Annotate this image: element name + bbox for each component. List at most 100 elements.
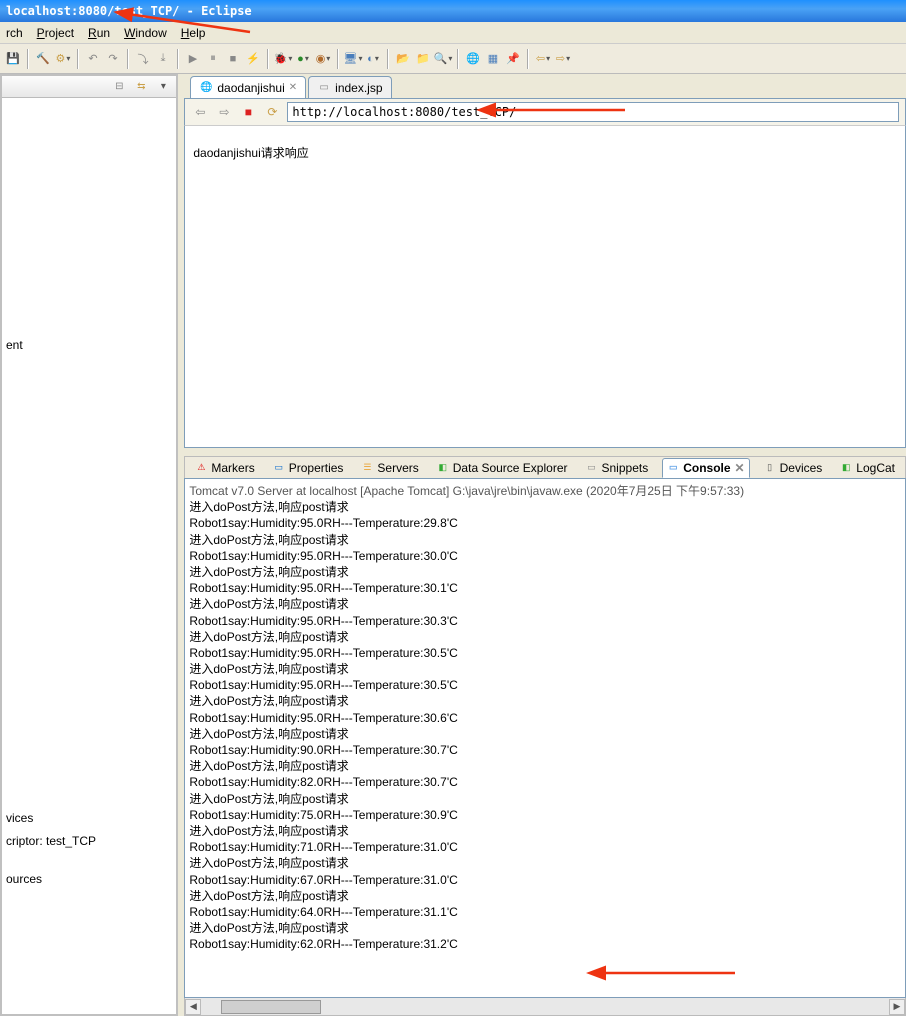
browser-forward-icon[interactable]: ⇨: [215, 103, 233, 121]
bottom-tabs: ⚠ Markers ▭ Properties ☰Servers ◧ Data Source …: [184, 456, 906, 478]
tab-label: Properties: [289, 461, 344, 475]
annotation-arrow-lastline: [595, 963, 745, 987]
window-title: localhost:8080/test_TCP/ - Eclipse: [6, 4, 252, 18]
pin-icon[interactable]: 📌: [504, 50, 522, 68]
console-line: 进入doPost方法,响应post请求: [189, 888, 901, 904]
console-line: 进入doPost方法,响应post请求: [189, 629, 901, 645]
scroll-thumb[interactable]: [221, 1000, 321, 1014]
browser-address-input[interactable]: [287, 102, 899, 122]
browser-back-icon[interactable]: ⇦: [191, 103, 209, 121]
collapse-all-icon[interactable]: ⊟: [110, 79, 128, 95]
scroll-left-icon[interactable]: ◀: [185, 999, 201, 1015]
step-over-icon[interactable]: ⤵: [134, 50, 152, 68]
tab-label: daodanjishui: [217, 81, 284, 95]
filter-icon[interactable]: ▦: [484, 50, 502, 68]
globe-icon[interactable]: 🌐: [464, 50, 482, 68]
console-output: 进入doPost方法,响应post请求Robot1say:Humidity:95…: [189, 499, 901, 952]
markers-icon: ⚠: [195, 462, 207, 474]
disconnect-icon[interactable]: ⚡: [244, 50, 262, 68]
debug-icon[interactable]: 🐞: [274, 50, 292, 68]
console-line: Robot1say:Humidity:67.0RH---Temperature:…: [189, 872, 901, 888]
console-line: Robot1say:Humidity:71.0RH---Temperature:…: [189, 839, 901, 855]
tab-label: Data Source Explorer: [453, 461, 568, 475]
tab-snippets[interactable]: ▭Snippets: [582, 458, 653, 478]
console-line: 进入doPost方法,响应post请求: [189, 499, 901, 515]
link-editor-icon[interactable]: ⇆: [132, 79, 150, 95]
browser-stop-icon[interactable]: ■: [239, 103, 257, 121]
tab-label: Console: [683, 461, 730, 475]
main-toolbar: 💾 🔨 ⚙ ↶ ↷ ⤵ ⤓ ▶ ⏸ ■ ⚡ 🐞 ● ◉ 🖥 ◐ 📂 📁 🔍 🌐 …: [0, 44, 906, 74]
tree-item[interactable]: criptor: test_TCP: [6, 830, 172, 853]
explorer-tree[interactable]: ent vices criptor: test_TCP ources: [2, 98, 176, 1014]
browser-toolbar: ⇦ ⇨ ■ ⟳: [184, 98, 906, 126]
browser-refresh-icon[interactable]: ⟳: [263, 103, 281, 121]
tab-logcat[interactable]: ◧ LogCat: [836, 458, 899, 478]
snippets-icon: ▭: [586, 462, 598, 474]
tab-properties[interactable]: ▭ Properties: [269, 458, 348, 478]
tab-data-source-explorer[interactable]: ◧ Data Source Explorer: [433, 458, 572, 478]
editor-tabs: 🌐 daodanjishui ✕ ▭ index.jsp: [184, 74, 906, 98]
tab-markers[interactable]: ⚠ Markers: [191, 458, 258, 478]
console-line: 进入doPost方法,响应post请求: [189, 726, 901, 742]
open-type-icon[interactable]: 📂: [394, 50, 412, 68]
menu-search[interactable]: rch: [6, 26, 23, 40]
menu-project[interactable]: Project: [37, 26, 74, 40]
console-header: Tomcat v7.0 Server at localhost [Apache …: [189, 483, 901, 499]
tab-label: Markers: [211, 461, 254, 475]
console-line: Robot1say:Humidity:95.0RH---Temperature:…: [189, 515, 901, 531]
tab-label: Devices: [780, 461, 823, 475]
tree-item[interactable]: vices: [6, 807, 172, 830]
close-icon[interactable]: ✕: [289, 82, 297, 93]
tab-console[interactable]: ▭Console ✕: [662, 458, 749, 478]
tab-label: index.jsp: [335, 81, 382, 95]
new-server-icon[interactable]: 🖥: [344, 50, 362, 68]
menu-window[interactable]: Window: [124, 26, 167, 40]
console-line: Robot1say:Humidity:90.0RH---Temperature:…: [189, 742, 901, 758]
window-titlebar: localhost:8080/test_TCP/ - Eclipse: [0, 0, 906, 22]
undo-icon[interactable]: ↶: [84, 50, 102, 68]
console-line: 进入doPost方法,响应post请求: [189, 823, 901, 839]
tree-item[interactable]: ources: [6, 868, 172, 891]
new-dynamic-icon[interactable]: ◐: [364, 50, 382, 68]
view-menu-icon[interactable]: ▾: [154, 79, 172, 95]
run-icon[interactable]: ●: [294, 50, 312, 68]
tree-item[interactable]: ent: [6, 334, 172, 357]
page-content: daodanjishui请求响应: [193, 146, 308, 160]
tab-daodanjishui[interactable]: 🌐 daodanjishui ✕: [190, 76, 306, 98]
devices-icon: ▯: [764, 462, 776, 474]
browser-viewport: daodanjishui请求响应: [184, 126, 906, 448]
tab-label: LogCat: [856, 461, 895, 475]
properties-icon: ▭: [273, 462, 285, 474]
console-line: Robot1say:Humidity:62.0RH---Temperature:…: [189, 936, 901, 952]
tab-devices[interactable]: ▯ Devices: [760, 458, 827, 478]
console-line: 进入doPost方法,响应post请求: [189, 791, 901, 807]
tab-label: Servers: [377, 461, 418, 475]
build-dropdown[interactable]: ⚙: [54, 50, 72, 68]
close-icon[interactable]: ✕: [735, 461, 745, 475]
menu-run[interactable]: Run: [88, 26, 110, 40]
back-icon[interactable]: ⇦: [534, 50, 552, 68]
redo-icon[interactable]: ↷: [104, 50, 122, 68]
logcat-icon: ◧: [840, 462, 852, 474]
run-last-icon[interactable]: ◉: [314, 50, 332, 68]
forward-icon[interactable]: ⇨: [554, 50, 572, 68]
pause-icon[interactable]: ⏸: [204, 50, 222, 68]
menu-help[interactable]: Help: [181, 26, 206, 40]
step-into-icon[interactable]: ⤓: [154, 50, 172, 68]
console-line: Robot1say:Humidity:95.0RH---Temperature:…: [189, 580, 901, 596]
console-view[interactable]: Tomcat v7.0 Server at localhost [Apache …: [184, 478, 906, 998]
build-icon[interactable]: 🔨: [34, 50, 52, 68]
resume-icon[interactable]: ▶: [184, 50, 202, 68]
save-all-icon[interactable]: 💾: [4, 50, 22, 68]
stop-icon[interactable]: ■: [224, 50, 242, 68]
console-line: 进入doPost方法,响应post请求: [189, 855, 901, 871]
console-line: 进入doPost方法,响应post请求: [189, 661, 901, 677]
tab-servers[interactable]: ☰Servers: [357, 458, 422, 478]
data-source-explorer-icon: ◧: [437, 462, 449, 474]
console-line: Robot1say:Humidity:82.0RH---Temperature:…: [189, 774, 901, 790]
horizontal-scrollbar[interactable]: ◀ ▶: [184, 998, 906, 1016]
scroll-right-icon[interactable]: ▶: [889, 999, 905, 1015]
tab-index-jsp[interactable]: ▭ index.jsp: [308, 76, 391, 98]
search-icon[interactable]: 🔍: [434, 50, 452, 68]
open-folder-icon[interactable]: 📁: [414, 50, 432, 68]
